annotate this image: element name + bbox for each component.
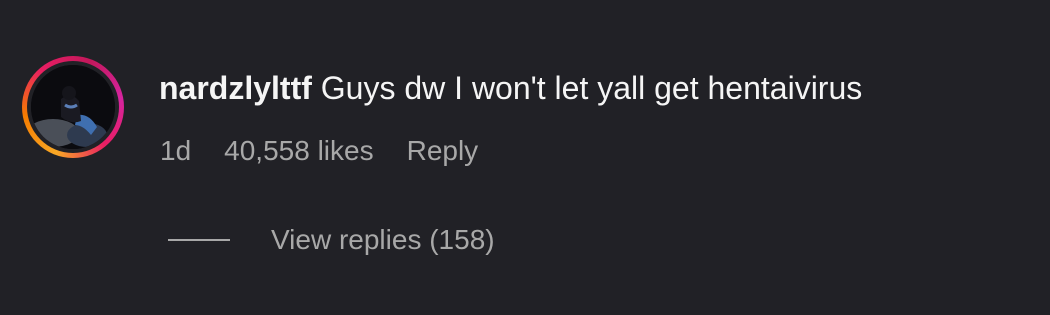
avatar[interactable] — [22, 56, 124, 158]
avatar-ring-gap — [27, 61, 119, 153]
avatar-photo-icon — [31, 65, 115, 149]
comment-body: Guys dw I won't let yall get hentaivirus — [320, 70, 863, 106]
reply-button[interactable]: Reply — [407, 133, 479, 169]
view-replies-label: View replies (158) — [271, 224, 495, 255]
replies-divider-line — [168, 239, 230, 241]
avatar-image — [31, 65, 115, 149]
comment-item: nardzlylttf Guys dw I won't let yall get… — [0, 0, 1050, 315]
comment-meta: 1d 40,558 likes Reply — [160, 133, 478, 169]
view-replies-button[interactable]: View replies (158) — [168, 222, 495, 258]
comment-timestamp[interactable]: 1d — [160, 133, 191, 169]
comment-username[interactable]: nardzlylttf — [159, 70, 312, 106]
comment-text-line: nardzlylttf Guys dw I won't let yall get… — [159, 68, 862, 108]
comment-likes-count[interactable]: 40,558 likes — [224, 133, 373, 169]
